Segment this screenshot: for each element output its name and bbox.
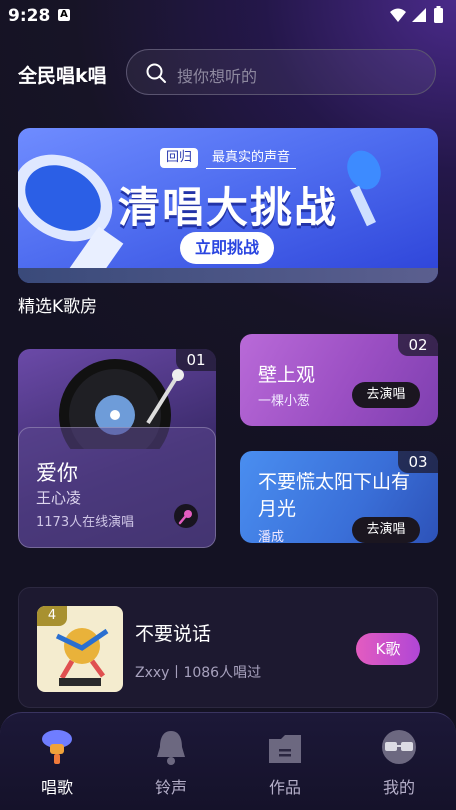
- glasses-avatar-icon: [382, 730, 416, 764]
- wifi-icon: [390, 8, 406, 22]
- room-rank-badge: 02: [398, 334, 438, 356]
- banner-tag-voice: 最真实的声音: [206, 148, 297, 169]
- folder-icon: [269, 735, 301, 763]
- search-icon: [146, 63, 166, 83]
- challenge-now-button[interactable]: 立即挑战: [180, 232, 274, 264]
- status-bar: 9:28 A: [0, 0, 456, 32]
- nav-label: 作品: [268, 778, 301, 797]
- banner-title: 清唱大挑战: [117, 183, 338, 232]
- nav-label: 铃声: [154, 778, 187, 797]
- app-title: 全民唱k唱: [18, 65, 107, 87]
- banner-footer-stripe: [18, 268, 438, 283]
- room-song-title: 不要慌太阳下山有月光: [258, 471, 411, 520]
- banner-tag-return: 回归: [160, 148, 199, 168]
- ktv-room-card-2[interactable]: 02 壁上观 一棵小葱 去演唱: [240, 334, 438, 426]
- karaoke-button[interactable]: K歌: [356, 633, 420, 665]
- battery-icon: [434, 8, 443, 23]
- nav-item-mine[interactable]: 我的: [359, 727, 439, 799]
- search-bar[interactable]: 搜你想听的: [126, 49, 436, 95]
- room-online-count: 1173人在线演唱: [36, 515, 135, 530]
- room-artist: 一棵小葱: [258, 394, 311, 409]
- status-icons: [390, 6, 443, 23]
- mic-icon[interactable]: [174, 504, 198, 528]
- mic-icon: [42, 730, 72, 764]
- challenge-banner[interactable]: 回归 最真实的声音 清唱大挑战 立即挑战: [18, 128, 438, 283]
- nav-item-works[interactable]: 作品: [245, 727, 325, 799]
- album-cover: 4: [37, 606, 123, 692]
- nav-label: 我的: [382, 778, 415, 797]
- song-meta: Zxxy丨1086人唱过: [135, 665, 262, 681]
- ktv-room-card-1[interactable]: 01 爱你 王心凌 1173人在线演唱: [18, 349, 216, 548]
- room-artist: 潘成: [258, 530, 285, 543]
- nav-item-ringtone[interactable]: 铃声: [131, 727, 211, 799]
- song-rank-badge: 4: [37, 606, 67, 626]
- bell-icon: [157, 731, 185, 765]
- room-song-title: 爱你: [36, 461, 78, 485]
- go-sing-button[interactable]: 去演唱: [352, 517, 420, 543]
- a-icon: A: [58, 9, 70, 21]
- room-rank-badge: 01: [176, 349, 216, 371]
- bottom-nav: 唱歌 铃声 作品 我的: [0, 712, 456, 810]
- signal-icon: [412, 8, 426, 22]
- nav-item-sing[interactable]: 唱歌: [17, 727, 97, 799]
- banner-tagline: 回归 最真实的声音: [160, 148, 330, 169]
- status-time: 9:28: [8, 6, 51, 26]
- ktv-room-card-3[interactable]: 03 不要慌太阳下山有月光 潘成 去演唱: [240, 451, 438, 543]
- nav-label: 唱歌: [40, 778, 73, 797]
- featured-song-card[interactable]: 4 不要说话 Zxxy丨1086人唱过 K歌: [18, 587, 438, 708]
- section-title: 精选K歌房: [18, 297, 98, 317]
- song-title: 不要说话: [135, 623, 212, 645]
- go-sing-button[interactable]: 去演唱: [352, 382, 420, 408]
- room-song-title: 壁上观: [258, 364, 316, 386]
- room-artist: 王心凌: [36, 489, 82, 507]
- search-placeholder: 搜你想听的: [177, 67, 258, 86]
